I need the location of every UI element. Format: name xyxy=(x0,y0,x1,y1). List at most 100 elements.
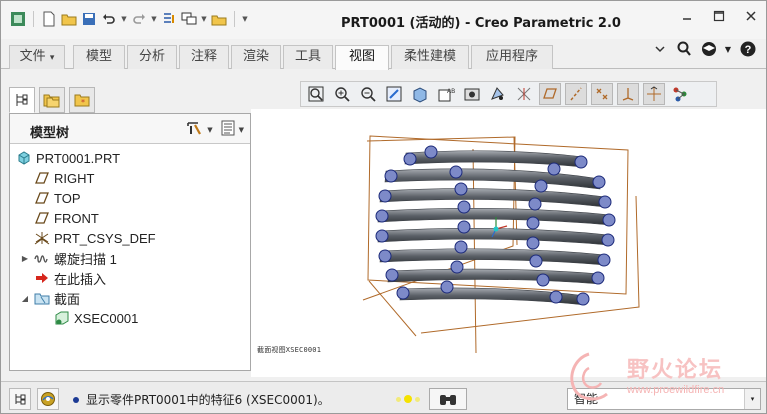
view-manager-icon[interactable] xyxy=(461,83,483,105)
regen-status-lights xyxy=(396,395,420,403)
new-file-icon[interactable] xyxy=(40,10,58,28)
axis-display-icon[interactable] xyxy=(565,83,587,105)
zoom-in-icon[interactable] xyxy=(331,83,353,105)
tab-model-tree[interactable] xyxy=(9,87,35,113)
tree-item-label: TOP xyxy=(54,190,81,206)
search-icon[interactable] xyxy=(676,41,692,57)
status-light-icon xyxy=(415,396,420,402)
section-view-label: 截面视图XSEC0001 xyxy=(257,346,322,354)
tree-item-csys[interactable]: PRT_CSYS_DEF xyxy=(34,229,156,247)
windows-dropdown-icon[interactable]: ▼ xyxy=(200,15,208,23)
tree-settings-icon[interactable] xyxy=(186,120,204,139)
creo-window: ▼ ▼ ▼ ▼ PRT0001 (活动的) - Creo Parametric … xyxy=(0,0,767,414)
undo-dropdown-icon[interactable]: ▼ xyxy=(120,15,128,23)
favorites-icon: * xyxy=(74,94,90,107)
redo-dropdown-icon[interactable]: ▼ xyxy=(150,15,158,23)
regenerate-icon[interactable] xyxy=(160,10,178,28)
tree-item-insert-here[interactable]: 在此插入 xyxy=(34,269,106,287)
tree-settings-dropdown-icon[interactable]: ▼ xyxy=(207,126,212,134)
graduation-cap-icon[interactable] xyxy=(700,41,716,57)
tab-analysis[interactable]: 分析 xyxy=(127,45,177,69)
tree-item-label: RIGHT xyxy=(54,170,95,186)
undo-icon[interactable] xyxy=(100,10,118,28)
tree-item-helical-sweep[interactable]: ▶ 螺旋扫描 1 xyxy=(22,249,117,267)
minimize-icon[interactable] xyxy=(680,9,694,23)
status-message-text: 显示零件PRT0001中的特征6 (XSEC0001)。 xyxy=(86,393,330,407)
collapse-arrow-icon[interactable]: ◢ xyxy=(20,294,30,303)
dimension-display-icon[interactable] xyxy=(669,83,691,105)
tree-item-top[interactable]: TOP xyxy=(34,189,81,207)
title-bar: ▼ ▼ ▼ ▼ PRT0001 (活动的) - Creo Parametric … xyxy=(1,1,766,39)
minimize-ribbon-icon[interactable] xyxy=(652,41,668,57)
tree-item-front[interactable]: FRONT xyxy=(34,209,99,227)
saved-orientations-icon[interactable]: AB xyxy=(435,83,457,105)
datum-plane-icon xyxy=(34,210,50,226)
cap-dropdown-icon[interactable]: ▼ xyxy=(724,41,732,57)
redo-icon[interactable] xyxy=(130,10,148,28)
tree-item-label: XSEC0001 xyxy=(74,310,139,326)
tree-item-label: 螺旋扫描 1 xyxy=(54,251,117,267)
expand-arrow-icon[interactable]: ▶ xyxy=(20,254,30,263)
tab-folder-browser[interactable] xyxy=(39,87,65,113)
help-icon[interactable]: ? xyxy=(740,41,756,57)
window-title: PRT0001 (活动的) - Creo Parametric 2.0 xyxy=(341,16,621,31)
navigator-tabs: * xyxy=(9,87,95,113)
repaint-icon[interactable] xyxy=(383,83,405,105)
customize-qat-icon[interactable]: ▼ xyxy=(241,15,249,23)
binoculars-icon xyxy=(440,395,456,405)
csys-icon xyxy=(34,230,50,246)
tree-item-right[interactable]: RIGHT xyxy=(34,169,94,187)
open-folder-icon[interactable] xyxy=(60,10,78,28)
tree-item-label: PRT_CSYS_DEF xyxy=(54,230,156,246)
separator xyxy=(234,11,235,27)
tab-flexible-modeling[interactable]: 柔性建模 xyxy=(391,45,469,69)
save-icon[interactable] xyxy=(80,10,98,28)
quick-access-toolbar: ▼ ▼ ▼ ▼ xyxy=(9,10,249,28)
ribbon-right-icons: ▼ ? xyxy=(652,41,756,57)
windows-icon[interactable] xyxy=(180,10,198,28)
spin-center-icon[interactable] xyxy=(643,83,665,105)
perspective-view-icon[interactable] xyxy=(487,83,509,105)
status-message: 显示零件PRT0001中的特征6 (XSEC0001)。 xyxy=(73,391,330,408)
message-bullet-icon xyxy=(73,396,79,403)
tab-render[interactable]: 渲染 xyxy=(231,45,281,69)
folder-browser-icon xyxy=(43,94,60,108)
tree-item-sections[interactable]: ◢ 截面 xyxy=(22,289,81,307)
watermark-title: 野火论坛 xyxy=(627,357,724,383)
find-button[interactable] xyxy=(429,388,467,410)
close-icon[interactable] xyxy=(744,9,758,23)
model-viewport[interactable] xyxy=(251,109,767,377)
tab-applications[interactable]: 应用程序 xyxy=(471,45,553,69)
tab-annotate[interactable]: 注释 xyxy=(179,45,229,69)
show-navigator-icon[interactable] xyxy=(9,388,31,410)
annotation-display-icon[interactable] xyxy=(513,83,535,105)
tab-favorites[interactable]: * xyxy=(69,87,95,113)
tree-item-label: 截面 xyxy=(54,291,81,307)
tree-item-xsec[interactable]: XSEC0001 xyxy=(54,309,138,327)
graphics-window[interactable]: 截面视图XSEC0001 xyxy=(251,109,767,377)
csys-display-icon[interactable] xyxy=(617,83,639,105)
close-window-icon[interactable] xyxy=(210,10,228,28)
point-display-icon[interactable] xyxy=(591,83,613,105)
show-columns-icon[interactable] xyxy=(220,120,236,139)
part-icon xyxy=(16,150,32,166)
tree-item-part[interactable]: PRT0001.PRT xyxy=(16,149,120,167)
creo-logo-icon[interactable] xyxy=(9,10,27,28)
show-dropdown-icon[interactable]: ▼ xyxy=(239,126,244,134)
watermark-url: www.proewildfire.cn xyxy=(627,384,725,396)
tree-item-label: FRONT xyxy=(54,210,99,226)
tab-view[interactable]: 视图 xyxy=(335,45,389,70)
model-tree-panel: 模型树 ▼ ▼ PRT0001.PRT RIGHT TOP FRONT PRT_… xyxy=(9,113,251,371)
plane-display-icon[interactable] xyxy=(539,83,561,105)
tab-model[interactable]: 模型 xyxy=(73,45,125,69)
refit-icon[interactable] xyxy=(305,83,327,105)
tab-tools[interactable]: 工具 xyxy=(283,45,333,69)
maximize-icon[interactable] xyxy=(712,9,726,23)
tab-file[interactable]: 文件 ▾ xyxy=(9,45,65,69)
status-light-icon xyxy=(404,395,412,403)
browser-icon[interactable] xyxy=(37,388,59,410)
zoom-out-icon[interactable] xyxy=(357,83,379,105)
graphics-toolbar: AB xyxy=(300,81,717,107)
display-style-icon[interactable] xyxy=(409,83,431,105)
model-tree-header: 模型树 ▼ ▼ xyxy=(10,114,250,144)
